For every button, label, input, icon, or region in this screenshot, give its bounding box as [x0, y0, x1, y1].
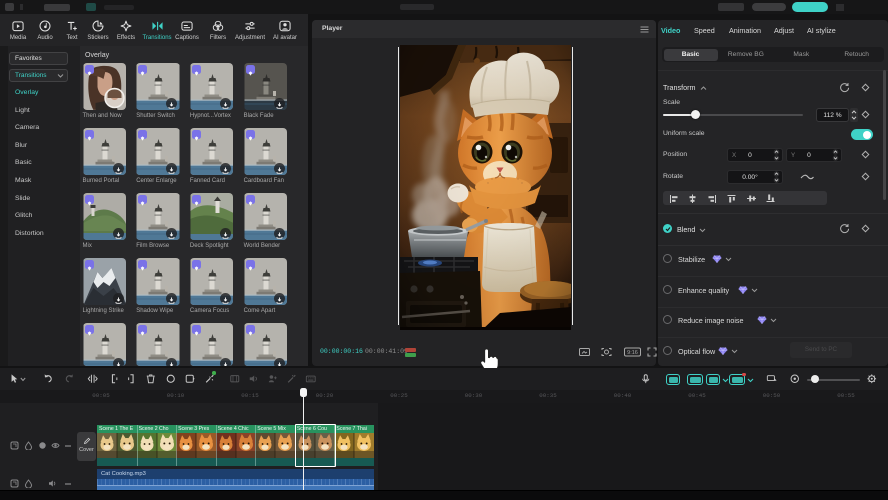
- svg-text:9:16: 9:16: [627, 350, 638, 356]
